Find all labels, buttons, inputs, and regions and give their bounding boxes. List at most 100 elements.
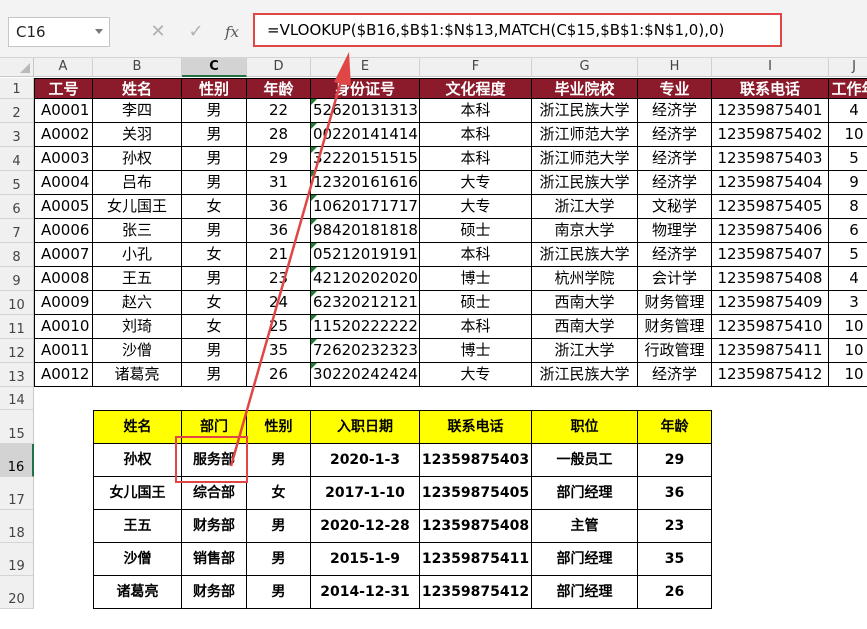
table-cell[interactable]: 男 <box>182 99 247 123</box>
lookup-cell[interactable]: 主管 <box>532 510 638 543</box>
row-header-12[interactable]: 12 <box>0 339 34 363</box>
lookup-cell[interactable]: 男 <box>247 510 311 543</box>
column-header-b[interactable]: B <box>93 58 182 77</box>
table-cell[interactable]: 5 <box>829 147 867 171</box>
row-header-18[interactable]: 18 <box>0 510 34 543</box>
header-cell[interactable]: 文化程度 <box>420 78 532 99</box>
table-cell[interactable]: 本科 <box>420 243 532 267</box>
table-cell[interactable]: 123201616160 <box>311 171 420 195</box>
lookup-cell[interactable]: 女儿国王 <box>93 477 182 510</box>
table-cell[interactable]: 302202424240 <box>311 363 420 387</box>
table-cell[interactable]: 12359875407 <box>712 243 829 267</box>
lookup-cell[interactable]: 财务部 <box>182 510 247 543</box>
header-cell[interactable]: 身份证号 <box>311 78 420 99</box>
table-cell[interactable]: A0012 <box>34 363 93 387</box>
row-header-1[interactable]: 1 <box>0 78 34 99</box>
table-cell[interactable]: 浙江民族大学 <box>532 99 638 123</box>
table-cell[interactable]: 421202020200 <box>311 267 420 291</box>
lookup-cell[interactable]: 女 <box>247 477 311 510</box>
table-cell[interactable]: 12359875412 <box>712 363 829 387</box>
table-cell[interactable]: 关羽 <box>93 123 182 147</box>
table-cell[interactable]: 8 <box>829 195 867 219</box>
table-cell[interactable]: 女 <box>182 243 247 267</box>
table-cell[interactable]: 男 <box>182 363 247 387</box>
table-cell[interactable]: 12359875408 <box>712 267 829 291</box>
table-cell[interactable]: 984201818180 <box>311 219 420 243</box>
table-cell[interactable]: 36 <box>247 219 311 243</box>
enter-icon[interactable]: ✓ <box>178 17 214 47</box>
table-cell[interactable]: 35 <box>247 339 311 363</box>
table-cell[interactable]: 106201717170 <box>311 195 420 219</box>
table-cell[interactable]: A0009 <box>34 291 93 315</box>
table-cell[interactable]: 男 <box>182 123 247 147</box>
lookup-cell[interactable]: 2015-1-9 <box>311 543 420 576</box>
lookup-cell[interactable]: 销售部 <box>182 543 247 576</box>
column-header-e[interactable]: E <box>311 58 420 77</box>
lookup-cell[interactable]: 2020-12-28 <box>311 510 420 543</box>
table-cell[interactable]: 张三 <box>93 219 182 243</box>
table-cell[interactable]: 经济学 <box>638 99 712 123</box>
lookup-cell[interactable]: 12359875405 <box>420 477 532 510</box>
row-header-20[interactable]: 20 <box>0 576 34 609</box>
column-header-d[interactable]: D <box>247 58 311 77</box>
table-cell[interactable]: 孙权 <box>93 147 182 171</box>
table-cell[interactable]: 博士 <box>420 339 532 363</box>
lookup-cell[interactable]: 一般员工 <box>532 444 638 477</box>
table-cell[interactable]: 大专 <box>420 171 532 195</box>
row-header-11[interactable]: 11 <box>0 315 34 339</box>
table-cell[interactable]: 10 <box>829 315 867 339</box>
table-cell[interactable]: 财务管理 <box>638 291 712 315</box>
table-cell[interactable]: 12359875409 <box>712 291 829 315</box>
table-cell[interactable]: 小孔 <box>93 243 182 267</box>
table-cell[interactable]: 12359875401 <box>712 99 829 123</box>
table-cell[interactable]: 25 <box>247 315 311 339</box>
lookup-cell[interactable]: 沙僧 <box>93 543 182 576</box>
row-header-7[interactable]: 7 <box>0 219 34 243</box>
lookup-cell[interactable]: 12359875408 <box>420 510 532 543</box>
row-header-4[interactable]: 4 <box>0 147 34 171</box>
lookup-cell[interactable]: 2014-12-31 <box>311 576 420 609</box>
table-cell[interactable]: 吕布 <box>93 171 182 195</box>
table-cell[interactable]: 5 <box>829 243 867 267</box>
table-cell[interactable]: 女 <box>182 315 247 339</box>
table-cell[interactable]: A0004 <box>34 171 93 195</box>
lookup-header-cell[interactable]: 姓名 <box>93 410 182 444</box>
table-cell[interactable]: 经济学 <box>638 123 712 147</box>
table-cell[interactable]: 10 <box>829 339 867 363</box>
column-header-a[interactable]: A <box>34 58 93 77</box>
table-cell[interactable]: 男 <box>182 219 247 243</box>
table-cell[interactable]: 赵六 <box>93 291 182 315</box>
lookup-header-cell[interactable]: 年龄 <box>638 410 712 444</box>
table-cell[interactable]: 12359875403 <box>712 147 829 171</box>
column-header-h[interactable]: H <box>638 58 712 77</box>
table-cell[interactable]: 浙江大学 <box>532 339 638 363</box>
table-cell[interactable]: 本科 <box>420 99 532 123</box>
row-header-17[interactable]: 17 <box>0 477 34 510</box>
table-cell[interactable]: 硕士 <box>420 291 532 315</box>
table-cell[interactable]: 女儿国王 <box>93 195 182 219</box>
table-cell[interactable]: 29 <box>247 147 311 171</box>
lookup-cell[interactable]: 36 <box>638 477 712 510</box>
lookup-cell[interactable]: 2017-1-10 <box>311 477 420 510</box>
table-cell[interactable]: 12359875404 <box>712 171 829 195</box>
header-cell[interactable]: 工号 <box>34 78 93 99</box>
table-cell[interactable]: 李四 <box>93 99 182 123</box>
table-cell[interactable]: 115202222220 <box>311 315 420 339</box>
table-cell[interactable]: 会计学 <box>638 267 712 291</box>
table-cell[interactable]: 经济学 <box>638 147 712 171</box>
table-cell[interactable]: 女 <box>182 291 247 315</box>
table-cell[interactable]: 052120191919 <box>311 243 420 267</box>
table-cell[interactable]: 本科 <box>420 147 532 171</box>
lookup-cell[interactable]: 孙权 <box>93 444 182 477</box>
header-cell[interactable]: 联系电话 <box>712 78 829 99</box>
header-cell[interactable]: 毕业院校 <box>532 78 638 99</box>
header-cell[interactable]: 年龄 <box>247 78 311 99</box>
table-cell[interactable]: A0007 <box>34 243 93 267</box>
table-cell[interactable]: 本科 <box>420 315 532 339</box>
table-cell[interactable]: A0003 <box>34 147 93 171</box>
table-cell[interactable]: 浙江民族大学 <box>532 243 638 267</box>
lookup-cell[interactable]: 部门经理 <box>532 477 638 510</box>
table-cell[interactable]: 物理学 <box>638 219 712 243</box>
table-cell[interactable]: 21 <box>247 243 311 267</box>
lookup-header-cell[interactable]: 联系电话 <box>420 410 532 444</box>
